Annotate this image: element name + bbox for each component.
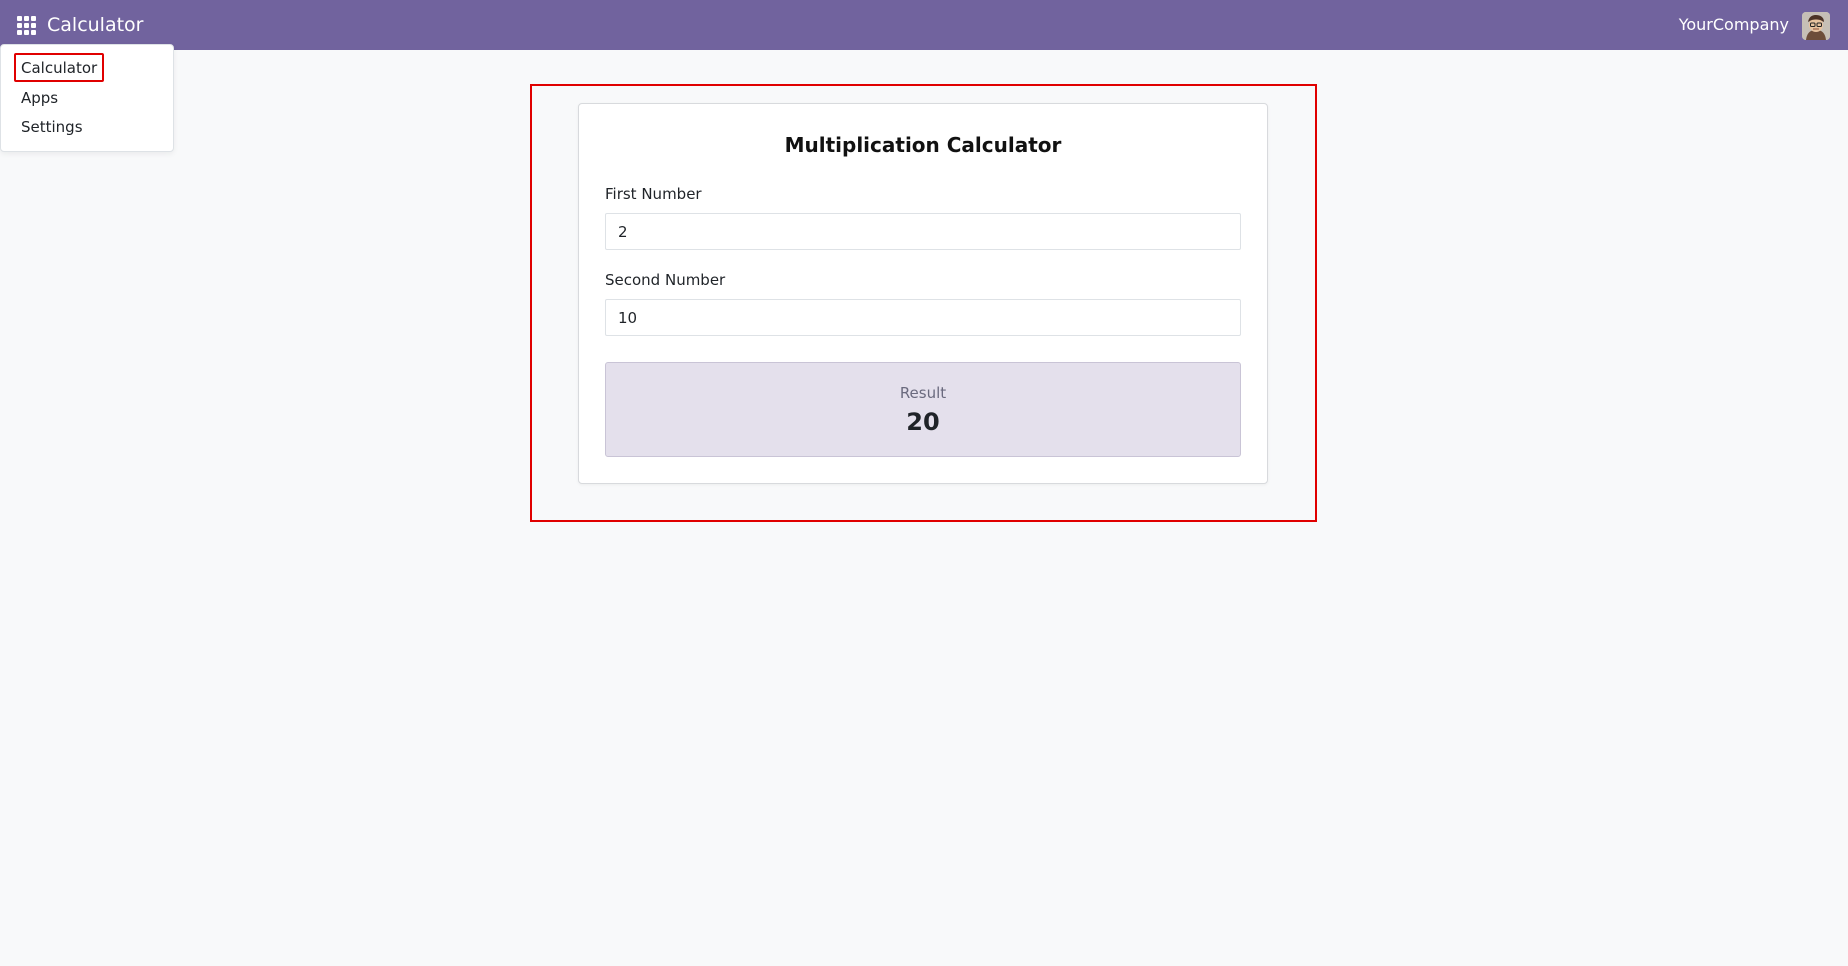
top-navbar: Calculator YourCompany [0,0,1848,50]
company-switcher[interactable]: YourCompany [1679,14,1789,36]
menu-item-apps[interactable]: Apps [21,88,58,108]
menu-item-calculator[interactable]: Calculator [21,58,97,78]
app-brand[interactable]: Calculator [47,13,143,37]
result-label: Result [899,384,947,402]
calculator-card: Multiplication Calculator First Number S… [578,103,1268,484]
avatar-icon [1802,12,1830,40]
second-number-label: Second Number [605,271,726,289]
first-number-input[interactable] [605,213,1241,250]
menu-item-settings[interactable]: Settings [21,117,83,137]
user-avatar[interactable] [1802,12,1830,40]
result-panel: Result 20 [605,362,1241,457]
grid-icon[interactable] [17,16,36,35]
second-number-input[interactable] [605,299,1241,336]
card-title: Multiplication Calculator [784,133,1062,157]
first-number-label: First Number [605,185,702,203]
result-value: 20 [906,408,940,436]
